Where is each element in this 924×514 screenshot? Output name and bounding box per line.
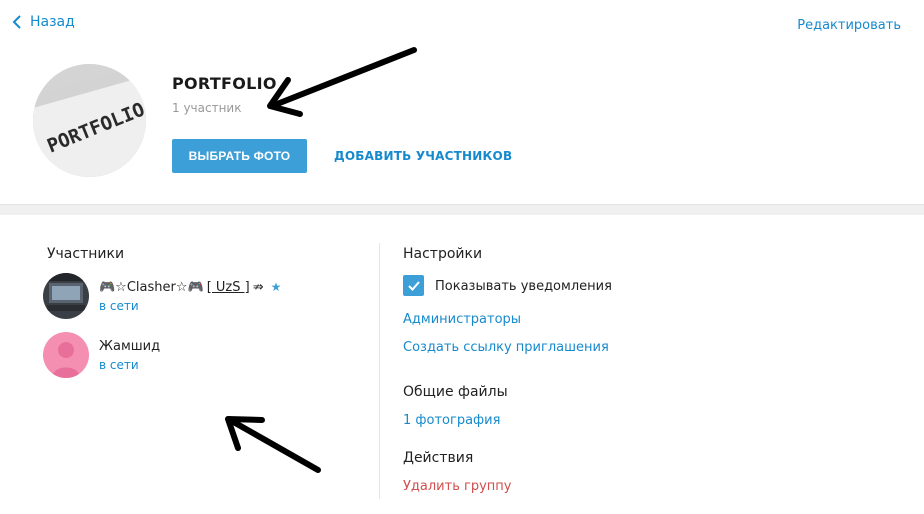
administrators-link[interactable]: Администраторы bbox=[403, 312, 521, 327]
invite-link[interactable]: Создать ссылку приглашения bbox=[403, 340, 609, 355]
edit-button[interactable]: Редактировать bbox=[797, 18, 901, 33]
member-status: в сети bbox=[99, 298, 139, 313]
member-count: 1 участник bbox=[172, 101, 242, 115]
settings-title: Настройки bbox=[403, 246, 483, 262]
checkmark-icon bbox=[407, 280, 420, 291]
member-name: Жамшид bbox=[99, 338, 161, 354]
member-status: в сети bbox=[99, 357, 139, 372]
delete-group-link[interactable]: Удалить группу bbox=[403, 479, 511, 494]
annotation-arrow-icon bbox=[225, 416, 321, 473]
members-title: Участники bbox=[47, 246, 125, 262]
notifications-checkbox[interactable] bbox=[403, 275, 424, 296]
member-item-jamshid[interactable]: Жамшид в сети bbox=[43, 332, 160, 378]
member-item-clasher[interactable]: 🎮☆Clasher☆🎮 [ UzS ] ⇏ ★ в сети bbox=[43, 273, 281, 319]
photos-link[interactable]: 1 фотография bbox=[403, 413, 500, 428]
group-title: PORTFOLIO bbox=[172, 74, 277, 93]
back-label: Назад bbox=[30, 14, 75, 30]
back-button[interactable]: Назад bbox=[12, 14, 75, 30]
group-avatar: PORTFOLIO bbox=[33, 64, 146, 177]
actions-title: Действия bbox=[403, 450, 474, 466]
member-name: 🎮☆Clasher☆🎮 [ UzS ] ⇏ ★ bbox=[99, 279, 282, 295]
add-members-button[interactable]: ДОБАВИТЬ УЧАСТНИКОВ bbox=[334, 149, 512, 163]
avatar bbox=[43, 332, 89, 378]
star-icon: ★ bbox=[270, 280, 282, 294]
avatar bbox=[43, 273, 89, 319]
notifications-label[interactable]: Показывать уведомления bbox=[435, 279, 612, 294]
section-divider bbox=[0, 204, 924, 215]
column-divider bbox=[379, 243, 380, 499]
shared-files-title: Общие файлы bbox=[403, 384, 508, 400]
choose-photo-button[interactable]: ВЫБРАТЬ ФОТО bbox=[172, 139, 307, 173]
chevron-left-icon bbox=[12, 15, 21, 29]
